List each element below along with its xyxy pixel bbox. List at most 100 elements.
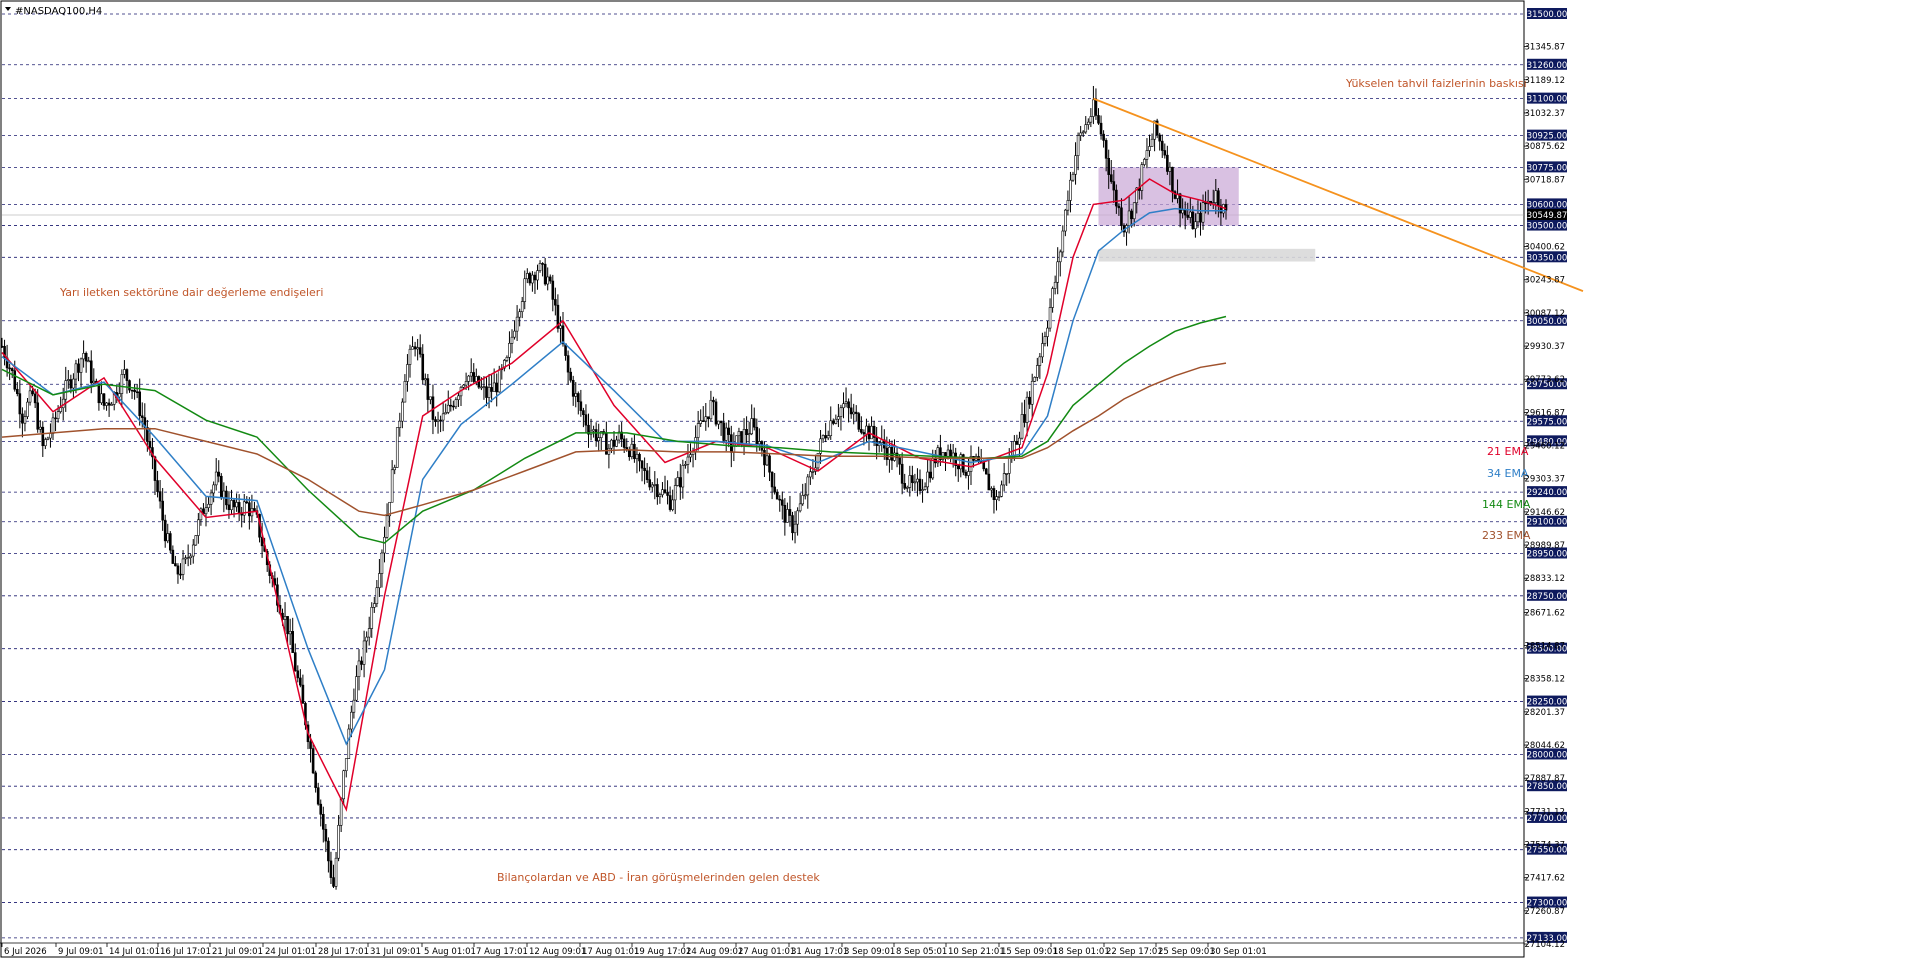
candle-body	[658, 494, 662, 498]
candle-body	[352, 699, 356, 713]
y-tick-label: 28201.37	[1524, 708, 1565, 718]
candle-body	[1041, 343, 1044, 358]
candle-body	[543, 263, 547, 285]
candle-body	[54, 417, 57, 420]
candle-body	[926, 471, 929, 488]
candle-body	[429, 396, 432, 400]
price-chart[interactable]: Yükselen tahvil faizlerinin baskısı Yarı…	[0, 0, 1916, 963]
candle-body	[1092, 99, 1095, 117]
candle-body	[648, 479, 652, 488]
candle-body	[148, 441, 152, 448]
candle-body	[916, 478, 919, 483]
x-tick-label: 10 Sep 21:01	[948, 947, 1005, 957]
candle-body	[1030, 380, 1034, 405]
candle-body	[253, 508, 256, 511]
candle-body	[393, 467, 397, 471]
candle-body	[1002, 473, 1006, 486]
candle-body	[482, 386, 486, 388]
candle-body	[707, 416, 710, 420]
candle-body	[765, 455, 769, 466]
candle-body	[0, 345, 4, 348]
candle-body	[314, 772, 317, 788]
candle-body	[13, 370, 17, 390]
candle-body	[497, 369, 501, 393]
candle-body	[293, 652, 297, 672]
candle-body	[758, 441, 761, 445]
candle-body	[857, 413, 861, 430]
candle-body	[1048, 307, 1052, 329]
x-tick-label: 8 Sep 05:01	[896, 947, 947, 957]
level-price-label: 31500.00	[1527, 8, 1567, 20]
y-tick-label: 30400.62	[1524, 243, 1565, 253]
candle-body	[1046, 327, 1049, 337]
candle-body	[638, 453, 641, 462]
candle-body	[1038, 356, 1042, 366]
candle-body	[1069, 179, 1072, 201]
candle-body	[426, 378, 430, 400]
candle-body	[214, 471, 218, 486]
candle-body	[1015, 441, 1019, 445]
candle-body	[87, 360, 90, 363]
candle-body	[663, 489, 667, 493]
candle-body	[837, 416, 840, 420]
candle-body	[1178, 193, 1182, 214]
candle-body	[125, 369, 129, 381]
candle-body	[571, 379, 575, 397]
candle-body	[778, 498, 782, 501]
level-price-label: 30600.00	[1527, 198, 1567, 210]
candle-body	[372, 603, 376, 608]
candle-body	[944, 452, 947, 457]
candle-body	[169, 533, 172, 551]
y-tick-label: 27417.62	[1524, 874, 1565, 884]
candle-body	[360, 660, 363, 665]
candle-body	[1056, 261, 1059, 283]
candle-body	[1104, 140, 1108, 159]
candle-body	[826, 435, 830, 439]
candle-body	[398, 420, 402, 428]
candle-body	[462, 384, 465, 388]
candle-body	[699, 420, 703, 424]
svg-text:30549.87: 30549.87	[1527, 211, 1568, 221]
candle-body	[803, 494, 807, 497]
candle-body	[1020, 414, 1024, 439]
candle-body	[1084, 124, 1088, 133]
candle-body	[288, 631, 292, 635]
candle-body	[546, 276, 550, 285]
annotation-bond-yields: Yükselen tahvil faizlerinin baskısı	[1345, 77, 1527, 90]
candle-body	[806, 476, 810, 496]
candle-body	[964, 471, 968, 476]
candle-body	[990, 488, 993, 491]
svg-text:29575.00: 29575.00	[1527, 417, 1568, 427]
y-tick-label: 27731.12	[1524, 807, 1565, 817]
candle-body	[158, 491, 162, 502]
candle-body	[1061, 230, 1065, 253]
candle-body	[548, 276, 552, 282]
candle-body	[1036, 365, 1039, 378]
candle-body	[1025, 396, 1029, 423]
x-tick-label: 6 Jul 2026	[4, 947, 47, 957]
annotation-earnings-support: Bilançolardan ve ABD - İran görüşmelerin…	[497, 871, 820, 884]
candle-body	[505, 357, 509, 361]
candle-body	[8, 367, 11, 370]
candle-body	[44, 439, 47, 447]
candle-body	[84, 353, 88, 362]
candle-body	[222, 490, 226, 499]
candle-body	[747, 433, 751, 436]
candle-body	[844, 401, 848, 404]
candle-body	[153, 456, 157, 481]
candle-body	[515, 316, 519, 332]
x-tick-label: 31 Jul 09:01	[370, 947, 421, 957]
candle-body	[627, 449, 631, 458]
svg-text:31100.00: 31100.00	[1527, 95, 1568, 105]
y-tick-label: 27260.87	[1524, 907, 1565, 917]
candle-body	[875, 437, 878, 446]
candle-body	[821, 435, 825, 440]
candle-body	[719, 420, 723, 424]
candle-body	[487, 387, 491, 398]
candle-body	[531, 274, 534, 284]
candle-body	[357, 660, 361, 677]
candle-body	[579, 401, 583, 411]
candle-body	[184, 557, 187, 560]
candle-body	[10, 368, 14, 371]
y-tick-label: 29460.12	[1524, 442, 1565, 452]
